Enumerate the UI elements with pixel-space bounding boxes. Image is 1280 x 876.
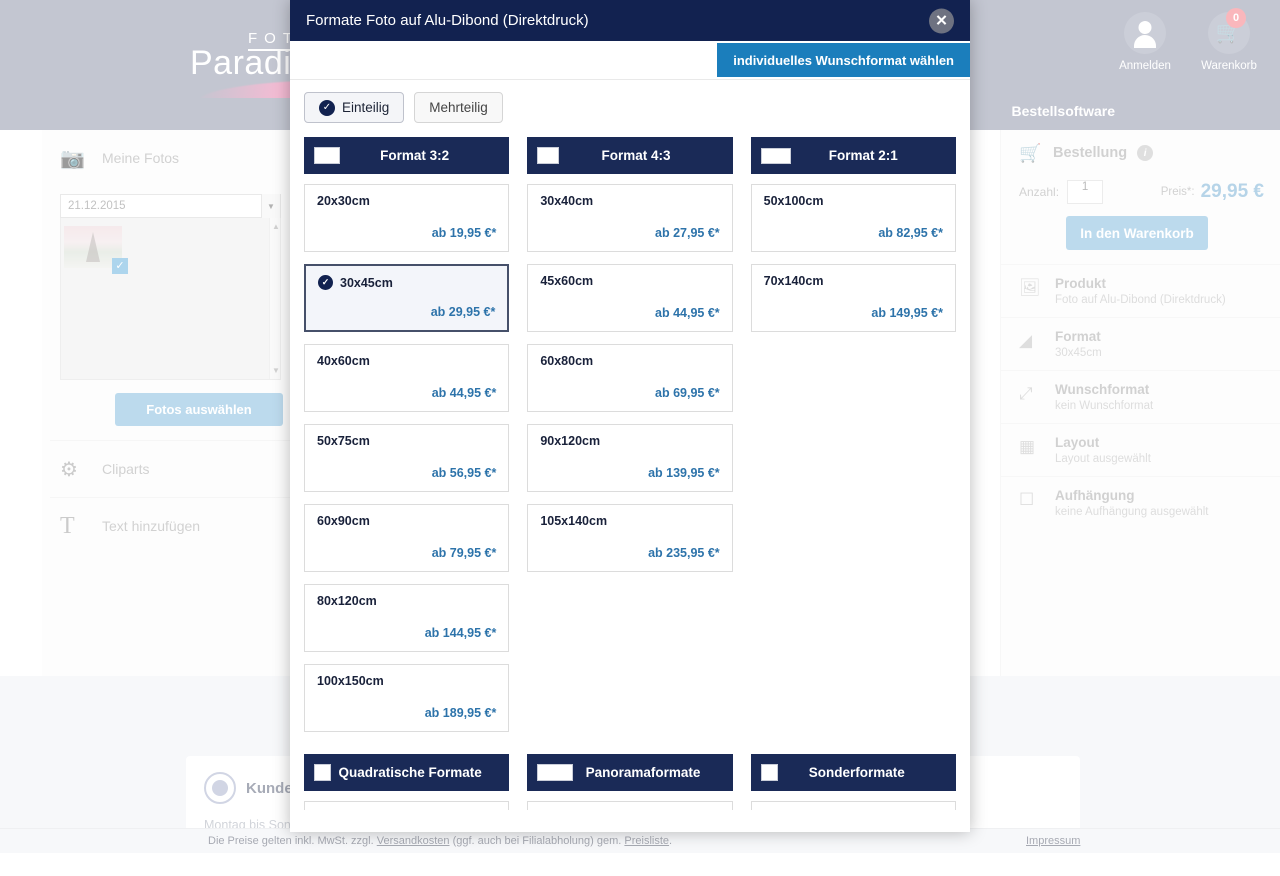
format-price: ab 79,95 €* [432,546,497,560]
format-card[interactable]: 20x30cm ab 19,95 €* [304,184,509,252]
format-grid: Format 3:2 20x30cm ab 19,95 €* ✓ 30x45cm… [304,137,956,744]
format-size: 100x150cm [317,674,496,688]
format-card[interactable]: 70x140cm ab 149,95 €* [751,264,956,332]
format-card[interactable]: 100x150cm ab 189,95 €* [304,664,509,732]
format-size: 90x120cm [540,434,719,448]
modal-footer [290,810,970,832]
format-card-selected[interactable]: ✓ 30x45cm ab 29,95 €* [304,264,509,332]
format-card[interactable]: 80x120cm ab 144,95 €* [304,584,509,652]
format-price: ab 149,95 €* [871,306,943,320]
format-card[interactable]: 40x60cm ab 44,95 €* [304,344,509,412]
format-size: 60x90cm [317,514,496,528]
section-heading: Quadratische Formate [331,765,509,780]
format-size: 60x80cm [540,354,719,368]
format-size: 70x140cm [764,274,943,288]
aspect-swatch-icon [537,764,573,781]
aspect-swatch-icon [761,764,778,781]
format-card[interactable]: 90x120cm ab 139,95 €* [527,424,732,492]
format-card[interactable]: 45x60cm ab 44,95 €* [527,264,732,332]
format-size: 105x140cm [540,514,719,528]
format-size: 45x60cm [540,274,719,288]
format-column-4-3: Format 4:3 30x40cm ab 27,95 €* 45x60cm a… [527,137,732,584]
format-price: ab 56,95 €* [432,466,497,480]
format-price: ab 44,95 €* [432,386,497,400]
format-price: ab 144,95 €* [425,626,497,640]
format-size: 50x100cm [764,194,943,208]
format-card[interactable]: 60x80cm ab 69,95 €* [527,344,732,412]
format-card[interactable]: 50x75cm ab 56,95 €* [304,424,509,492]
column-header: Format 3:2 [304,137,509,174]
aspect-swatch-icon [314,764,331,781]
format-size: 80x120cm [317,594,496,608]
format-size-wrap: ✓ 30x45cm [318,275,495,290]
close-icon[interactable]: ✕ [929,8,954,33]
section-heading: Panoramaformate [573,765,732,780]
format-size: 50x75cm [317,434,496,448]
tab-einteilig[interactable]: ✓ Einteilig [304,92,404,123]
format-type-tabs: ✓ Einteilig Mehrteilig [290,80,970,133]
modal-title: Formate Foto auf Alu-Dibond (Direktdruck… [306,12,589,29]
modal-body: Format 3:2 20x30cm ab 19,95 €* ✓ 30x45cm… [290,133,970,827]
format-size: 30x40cm [540,194,719,208]
format-column-3-2: Format 3:2 20x30cm ab 19,95 €* ✓ 30x45cm… [304,137,509,744]
custom-format-button[interactable]: individuelles Wunschformat wählen [717,43,970,77]
format-selection-modal: Formate Foto auf Alu-Dibond (Direktdruck… [290,0,970,832]
aspect-swatch-icon [314,147,340,164]
format-card[interactable]: 105x140cm ab 235,95 €* [527,504,732,572]
section-header[interactable]: Sonderformate [751,754,956,791]
format-card[interactable]: 50x100cm ab 82,95 €* [751,184,956,252]
format-price: ab 19,95 €* [432,226,497,240]
aspect-swatch-icon [761,148,791,164]
format-price: ab 44,95 €* [655,306,720,320]
check-icon: ✓ [318,275,333,290]
format-card[interactable]: 30x40cm ab 27,95 €* [527,184,732,252]
format-column-2-1: Format 2:1 50x100cm ab 82,95 €* 70x140cm… [751,137,956,344]
column-heading: Format 4:3 [559,148,732,163]
column-heading: Format 3:2 [340,148,509,163]
format-price: ab 82,95 €* [878,226,943,240]
modal-topbar: individuelles Wunschformat wählen [290,41,970,80]
section-heading: Sonderformate [778,765,956,780]
format-price: ab 27,95 €* [655,226,720,240]
modal-header: Formate Foto auf Alu-Dibond (Direktdruck… [290,0,970,41]
tab-label: Einteilig [342,100,389,115]
format-card[interactable]: 60x90cm ab 79,95 €* [304,504,509,572]
format-price: ab 189,95 €* [425,706,497,720]
format-size: 40x60cm [317,354,496,368]
column-heading: Format 2:1 [791,148,956,163]
section-header[interactable]: Quadratische Formate [304,754,509,791]
format-size: 20x30cm [317,194,496,208]
aspect-swatch-icon [537,147,559,164]
format-price: ab 29,95 €* [431,305,496,319]
column-header: Format 4:3 [527,137,732,174]
section-header[interactable]: Panoramaformate [527,754,732,791]
format-price: ab 139,95 €* [648,466,720,480]
format-size: 30x45cm [340,276,393,290]
tab-mehrteilig[interactable]: Mehrteilig [414,92,503,123]
column-header: Format 2:1 [751,137,956,174]
tab-label: Mehrteilig [429,100,488,115]
format-price: ab 69,95 €* [655,386,720,400]
check-icon: ✓ [319,100,335,116]
format-price: ab 235,95 €* [648,546,720,560]
